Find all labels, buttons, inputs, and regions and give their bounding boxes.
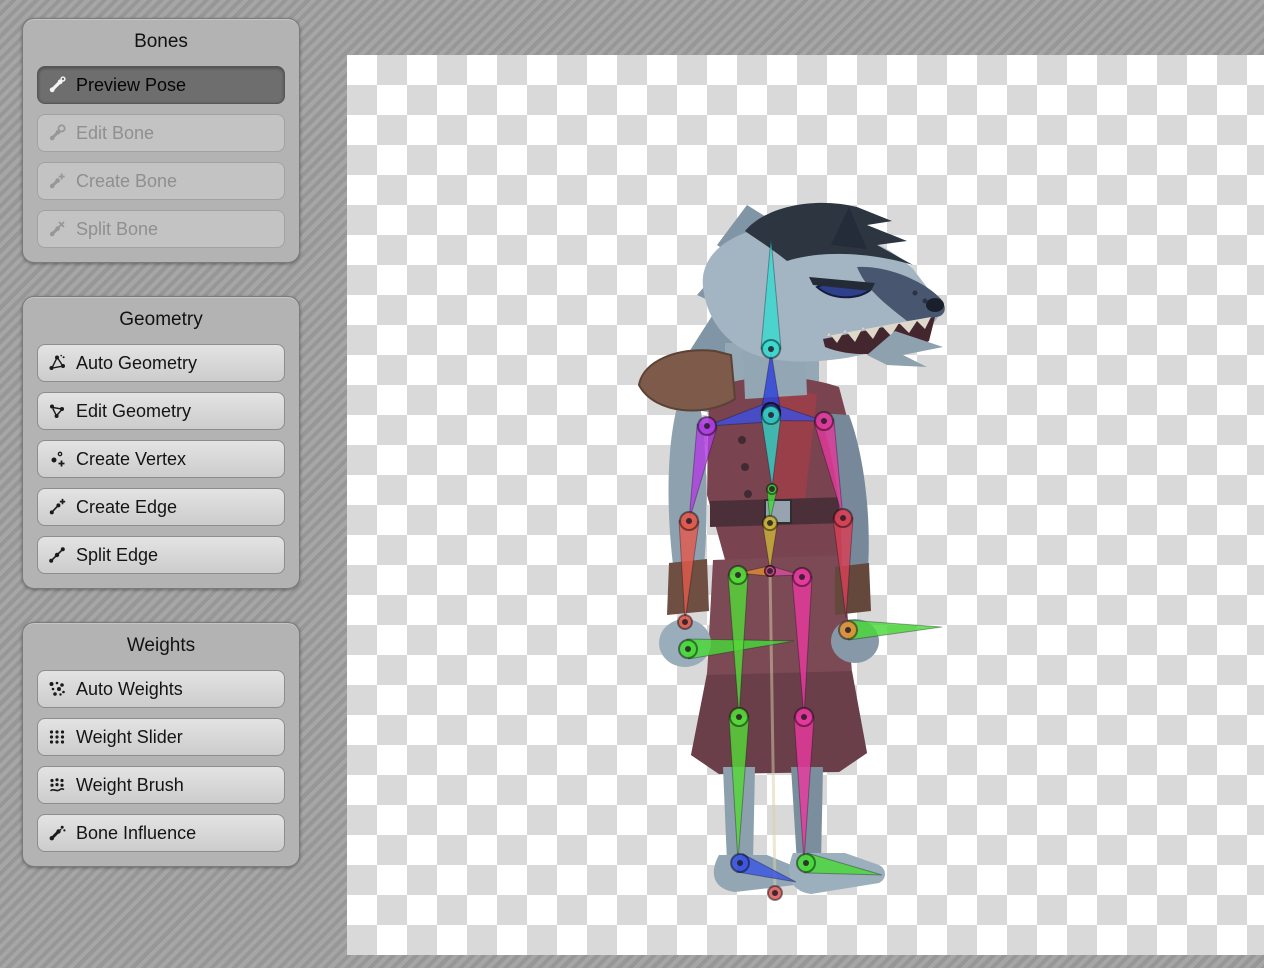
bone-influence-button[interactable]: Bone Influence xyxy=(37,814,285,852)
edit-geometry-button[interactable]: Edit Geometry xyxy=(37,392,285,430)
bones-panel: Bones Preview Pose Edit Bone Create Bone… xyxy=(22,18,300,263)
shin-left-joint-pivot xyxy=(736,714,742,720)
create-edge-label: Create Edge xyxy=(76,497,177,518)
geometry-panel: Geometry Auto Geometry Edit Geometry Cre… xyxy=(22,296,300,589)
create-vertex-button[interactable]: Create Vertex xyxy=(37,440,285,478)
geometry-panel-title: Geometry xyxy=(37,309,285,331)
auto-geometry-label: Auto Geometry xyxy=(76,353,197,374)
weight-slider-label: Weight Slider xyxy=(76,727,183,748)
bone-influence-label: Bone Influence xyxy=(76,823,196,844)
weights-panel: Weights Auto Weights Weight Slider Weigh… xyxy=(22,622,300,867)
pelvis-joint-pivot xyxy=(767,520,773,526)
thigh-right-joint-pivot xyxy=(799,574,805,580)
hand-right-joint-pivot xyxy=(845,627,851,633)
bone-hand-right[interactable] xyxy=(848,620,942,640)
edit-geometry-icon xyxy=(48,402,66,420)
create-edge-icon xyxy=(48,498,66,516)
upper-arm-left-joint-pivot xyxy=(704,423,710,429)
forearm-right-joint-pivot xyxy=(840,515,846,521)
wrist-left-joint-pivot xyxy=(682,619,688,625)
auto-weights-button[interactable]: Auto Weights xyxy=(37,670,285,708)
edit-bone-label: Edit Bone xyxy=(76,123,154,144)
weight-slider-icon xyxy=(48,728,66,746)
auto-geometry-button[interactable]: Auto Geometry xyxy=(37,344,285,382)
weight-brush-icon xyxy=(48,776,66,794)
bone-influence-icon xyxy=(48,824,66,842)
create-bone-label: Create Bone xyxy=(76,171,177,192)
bones-panel-title: Bones xyxy=(37,31,285,53)
edit-bone-icon xyxy=(48,124,66,142)
auto-weights-label: Auto Weights xyxy=(76,679,183,700)
weight-brush-label: Weight Brush xyxy=(76,775,184,796)
create-bone-icon xyxy=(48,172,66,190)
preview-pose-icon xyxy=(48,76,66,94)
split-edge-label: Split Edge xyxy=(76,545,158,566)
create-vertex-label: Create Vertex xyxy=(76,449,186,470)
skinning-canvas[interactable] xyxy=(347,55,1264,955)
belly-joint-pivot xyxy=(769,486,775,492)
foot-left-joint-pivot xyxy=(737,860,743,866)
preview-pose-button[interactable]: Preview Pose xyxy=(37,66,285,104)
shin-right-joint-pivot xyxy=(801,714,807,720)
split-bone-icon xyxy=(48,220,66,238)
upper-arm-right-joint-pivot xyxy=(821,418,827,424)
preview-pose-label: Preview Pose xyxy=(76,75,186,96)
create-bone-button[interactable]: Create Bone xyxy=(37,162,285,200)
spine-joint-pivot xyxy=(768,412,774,418)
head-joint-pivot xyxy=(768,346,774,352)
split-bone-label: Split Bone xyxy=(76,219,158,240)
weight-slider-button[interactable]: Weight Slider xyxy=(37,718,285,756)
hand-left-joint-pivot xyxy=(685,646,691,652)
create-edge-button[interactable]: Create Edge xyxy=(37,488,285,526)
auto-weights-icon xyxy=(48,680,66,698)
forearm-left-joint-pivot xyxy=(686,518,692,524)
auto-geometry-icon xyxy=(48,354,66,372)
split-edge-icon xyxy=(48,546,66,564)
weight-brush-button[interactable]: Weight Brush xyxy=(37,766,285,804)
edit-bone-button[interactable]: Edit Bone xyxy=(37,114,285,152)
split-bone-button[interactable]: Split Bone xyxy=(37,210,285,248)
thigh-left-joint-pivot xyxy=(735,572,741,578)
split-edge-button[interactable]: Split Edge xyxy=(37,536,285,574)
create-vertex-icon xyxy=(48,450,66,468)
root-joint-pivot xyxy=(772,890,778,896)
edit-geometry-label: Edit Geometry xyxy=(76,401,191,422)
weights-panel-title: Weights xyxy=(37,635,285,657)
foot-right-joint-pivot xyxy=(803,860,809,866)
hip-right-joint-pivot xyxy=(767,568,773,574)
